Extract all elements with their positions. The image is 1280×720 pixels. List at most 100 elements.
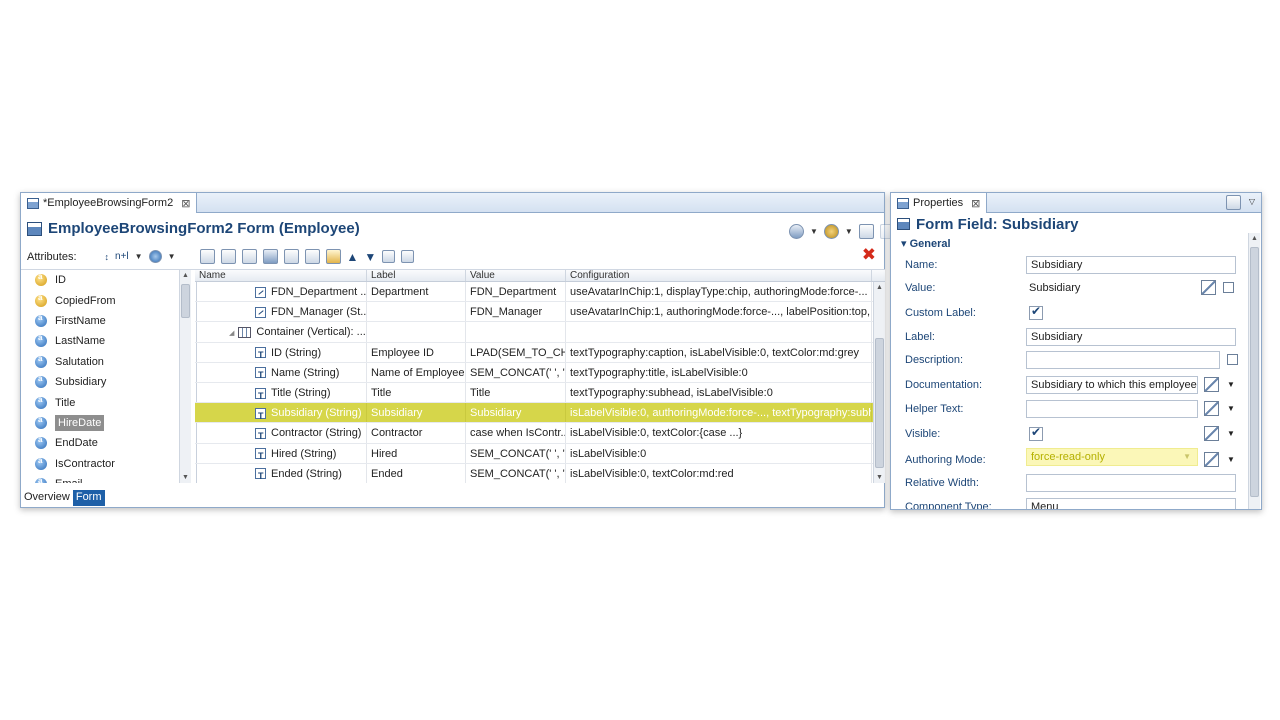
column-header-name[interactable]: Name bbox=[195, 270, 367, 281]
properties-window: Properties ⊠ ▽ Form Field: Subsidiary ▾ … bbox=[890, 192, 1262, 510]
chevron-down-icon[interactable]: ▼ bbox=[168, 252, 176, 261]
list-item[interactable]: Title bbox=[21, 392, 196, 412]
property-label: Value: bbox=[905, 282, 936, 294]
property-authoring-mode-row: Authoring Mode: force-read-only ▼ ▼ bbox=[905, 448, 1245, 470]
sort-icon[interactable]: ↕ bbox=[105, 252, 110, 262]
attribute-icon bbox=[35, 476, 47, 483]
editor-tab-title: *EmployeeBrowsingForm2 bbox=[43, 197, 174, 209]
table-row[interactable]: Subsidiary (String)SubsidiarySubsidiaryi… bbox=[195, 403, 885, 424]
custom-label-checkbox[interactable] bbox=[1029, 304, 1043, 320]
tree-toggle-icon[interactable]: ◢ bbox=[229, 330, 234, 337]
cell-name: Name (String) bbox=[195, 362, 367, 382]
column-header-label[interactable]: Label bbox=[367, 270, 466, 281]
filter-icon[interactable] bbox=[148, 250, 162, 263]
scroll-up-icon[interactable]: ▲ bbox=[874, 282, 885, 293]
text-field-icon bbox=[255, 386, 266, 402]
attribute-list-scrollbar[interactable]: ▲ ▼ bbox=[179, 270, 191, 483]
label-field[interactable]: Subsidiary bbox=[1026, 328, 1236, 346]
chevron-down-icon[interactable]: ▼ bbox=[135, 252, 143, 261]
table-row[interactable]: Ended (String) EndedSEM_CONCAT(' ', '...i… bbox=[195, 463, 885, 483]
column-header-value[interactable]: Value bbox=[466, 270, 566, 281]
chevron-down-icon[interactable]: ▽ bbox=[1249, 197, 1255, 206]
edit-icon[interactable] bbox=[1201, 280, 1216, 295]
list-item[interactable]: IsContractor bbox=[21, 454, 196, 474]
list-item[interactable]: Email bbox=[21, 474, 196, 483]
layout-3-icon[interactable] bbox=[241, 249, 257, 264]
chevron-down-icon[interactable]: ▼ bbox=[1227, 380, 1235, 389]
scroll-thumb[interactable] bbox=[1250, 247, 1259, 497]
page-title: EmployeeBrowsingForm2 Form (Employee) bbox=[27, 220, 360, 237]
list-item[interactable]: CopiedFrom bbox=[21, 290, 196, 310]
chart-icon[interactable] bbox=[262, 249, 278, 264]
editor-tab[interactable]: *EmployeeBrowsingForm2 ⊠ bbox=[21, 193, 198, 213]
properties-scrollbar[interactable]: ▲ bbox=[1248, 233, 1260, 509]
name-field[interactable]: Subsidiary bbox=[1026, 256, 1236, 274]
close-icon[interactable]: ⊠ bbox=[971, 197, 980, 210]
settings-icon[interactable] bbox=[823, 224, 839, 239]
visible-checkbox[interactable] bbox=[1029, 425, 1043, 441]
expand-all-icon[interactable] bbox=[382, 250, 396, 263]
attributes-label: Attributes: bbox=[27, 250, 77, 263]
collapse-all-icon[interactable] bbox=[401, 250, 415, 263]
table-row[interactable]: Contractor (String) Contractorcase when I… bbox=[195, 423, 885, 444]
table-row[interactable]: Title (String)TitleTitletextTypography:s… bbox=[195, 382, 885, 404]
view-menu-icon[interactable] bbox=[1226, 195, 1241, 210]
list-item[interactable]: HireDate bbox=[21, 413, 196, 433]
table-scrollbar[interactable]: ▲ ▼ bbox=[873, 282, 885, 483]
scroll-up-icon[interactable]: ▲ bbox=[1249, 233, 1260, 244]
section-general[interactable]: ▾ General bbox=[901, 237, 951, 250]
tab-overview[interactable]: Overview bbox=[21, 490, 73, 506]
table-row[interactable]: FDN_Manager (St... FDN_Manager useAvatarIn… bbox=[195, 302, 885, 323]
cell-label: Employee ID bbox=[367, 342, 466, 362]
scroll-down-icon[interactable]: ▼ bbox=[180, 472, 191, 483]
list-item[interactable]: Salutation bbox=[21, 352, 196, 372]
edit-icon[interactable] bbox=[1204, 377, 1219, 392]
scroll-up-icon[interactable]: ▲ bbox=[180, 270, 191, 281]
close-icon[interactable]: ⊠ bbox=[181, 197, 190, 210]
scroll-thumb[interactable] bbox=[181, 284, 190, 318]
relative-width-field[interactable] bbox=[1026, 474, 1236, 492]
edit-icon[interactable] bbox=[1204, 426, 1219, 441]
scroll-down-icon[interactable]: ▼ bbox=[874, 472, 885, 483]
list-item[interactable]: Subsidiary bbox=[21, 372, 196, 392]
move-up-icon[interactable]: ▲ bbox=[347, 250, 359, 264]
window-icon[interactable] bbox=[1223, 282, 1234, 293]
sort-mode-label[interactable]: n+l bbox=[115, 251, 129, 262]
edit-icon[interactable] bbox=[1204, 401, 1219, 416]
layout-2-icon[interactable] bbox=[220, 249, 236, 264]
authoring-mode-select[interactable]: force-read-only ▼ bbox=[1026, 448, 1198, 466]
bar-chart-icon[interactable] bbox=[304, 249, 320, 264]
edit-icon[interactable] bbox=[1204, 452, 1219, 467]
list-icon[interactable] bbox=[325, 249, 341, 264]
chevron-down-icon[interactable]: ▼ bbox=[1227, 429, 1235, 438]
move-down-icon[interactable]: ▼ bbox=[364, 250, 376, 264]
table-row[interactable]: ID (String) Employee IDLPAD(SEM_TO_CH...t… bbox=[195, 342, 885, 363]
tab-form[interactable]: Form bbox=[72, 490, 105, 506]
chevron-down-icon[interactable]: ▼ bbox=[1227, 404, 1235, 413]
list-item[interactable]: FirstName bbox=[21, 311, 196, 331]
properties-tab[interactable]: Properties ⊠ bbox=[891, 193, 988, 213]
list-item[interactable]: EndDate bbox=[21, 433, 196, 453]
description-field[interactable] bbox=[1026, 351, 1220, 369]
list-item[interactable]: LastName bbox=[21, 331, 196, 351]
chevron-down-icon[interactable]: ▼ bbox=[845, 227, 853, 236]
table-icon[interactable] bbox=[283, 249, 299, 264]
chevron-down-icon[interactable]: ▼ bbox=[1227, 455, 1235, 464]
list-item[interactable]: ID bbox=[21, 270, 196, 290]
scroll-thumb[interactable] bbox=[875, 338, 884, 468]
column-header-configuration[interactable]: Configuration bbox=[566, 270, 872, 281]
layout-1-icon[interactable] bbox=[199, 249, 215, 264]
chevron-down-icon[interactable]: ▼ bbox=[1183, 449, 1191, 465]
window-icon[interactable] bbox=[1227, 354, 1238, 365]
gear-icon[interactable] bbox=[789, 224, 804, 239]
table-row[interactable]: ◢ Container (Vertical): ... bbox=[195, 322, 885, 343]
component-type-select[interactable]: Menu bbox=[1026, 498, 1236, 509]
table-row[interactable]: Name (String) Name of EmployeeSEM_CONCAT(… bbox=[195, 362, 885, 383]
delete-icon[interactable]: ✖ bbox=[862, 245, 876, 265]
table-row[interactable]: FDN_Department ... Department FDN_Departme… bbox=[195, 282, 885, 303]
chevron-down-icon[interactable]: ▼ bbox=[810, 227, 818, 236]
helper-text-field[interactable] bbox=[1026, 400, 1198, 418]
save-icon[interactable] bbox=[858, 224, 874, 239]
documentation-field[interactable]: Subsidiary to which this employee re bbox=[1026, 376, 1198, 394]
table-row[interactable]: Hired (String) HiredSEM_CONCAT(' ', '...i… bbox=[195, 443, 885, 464]
